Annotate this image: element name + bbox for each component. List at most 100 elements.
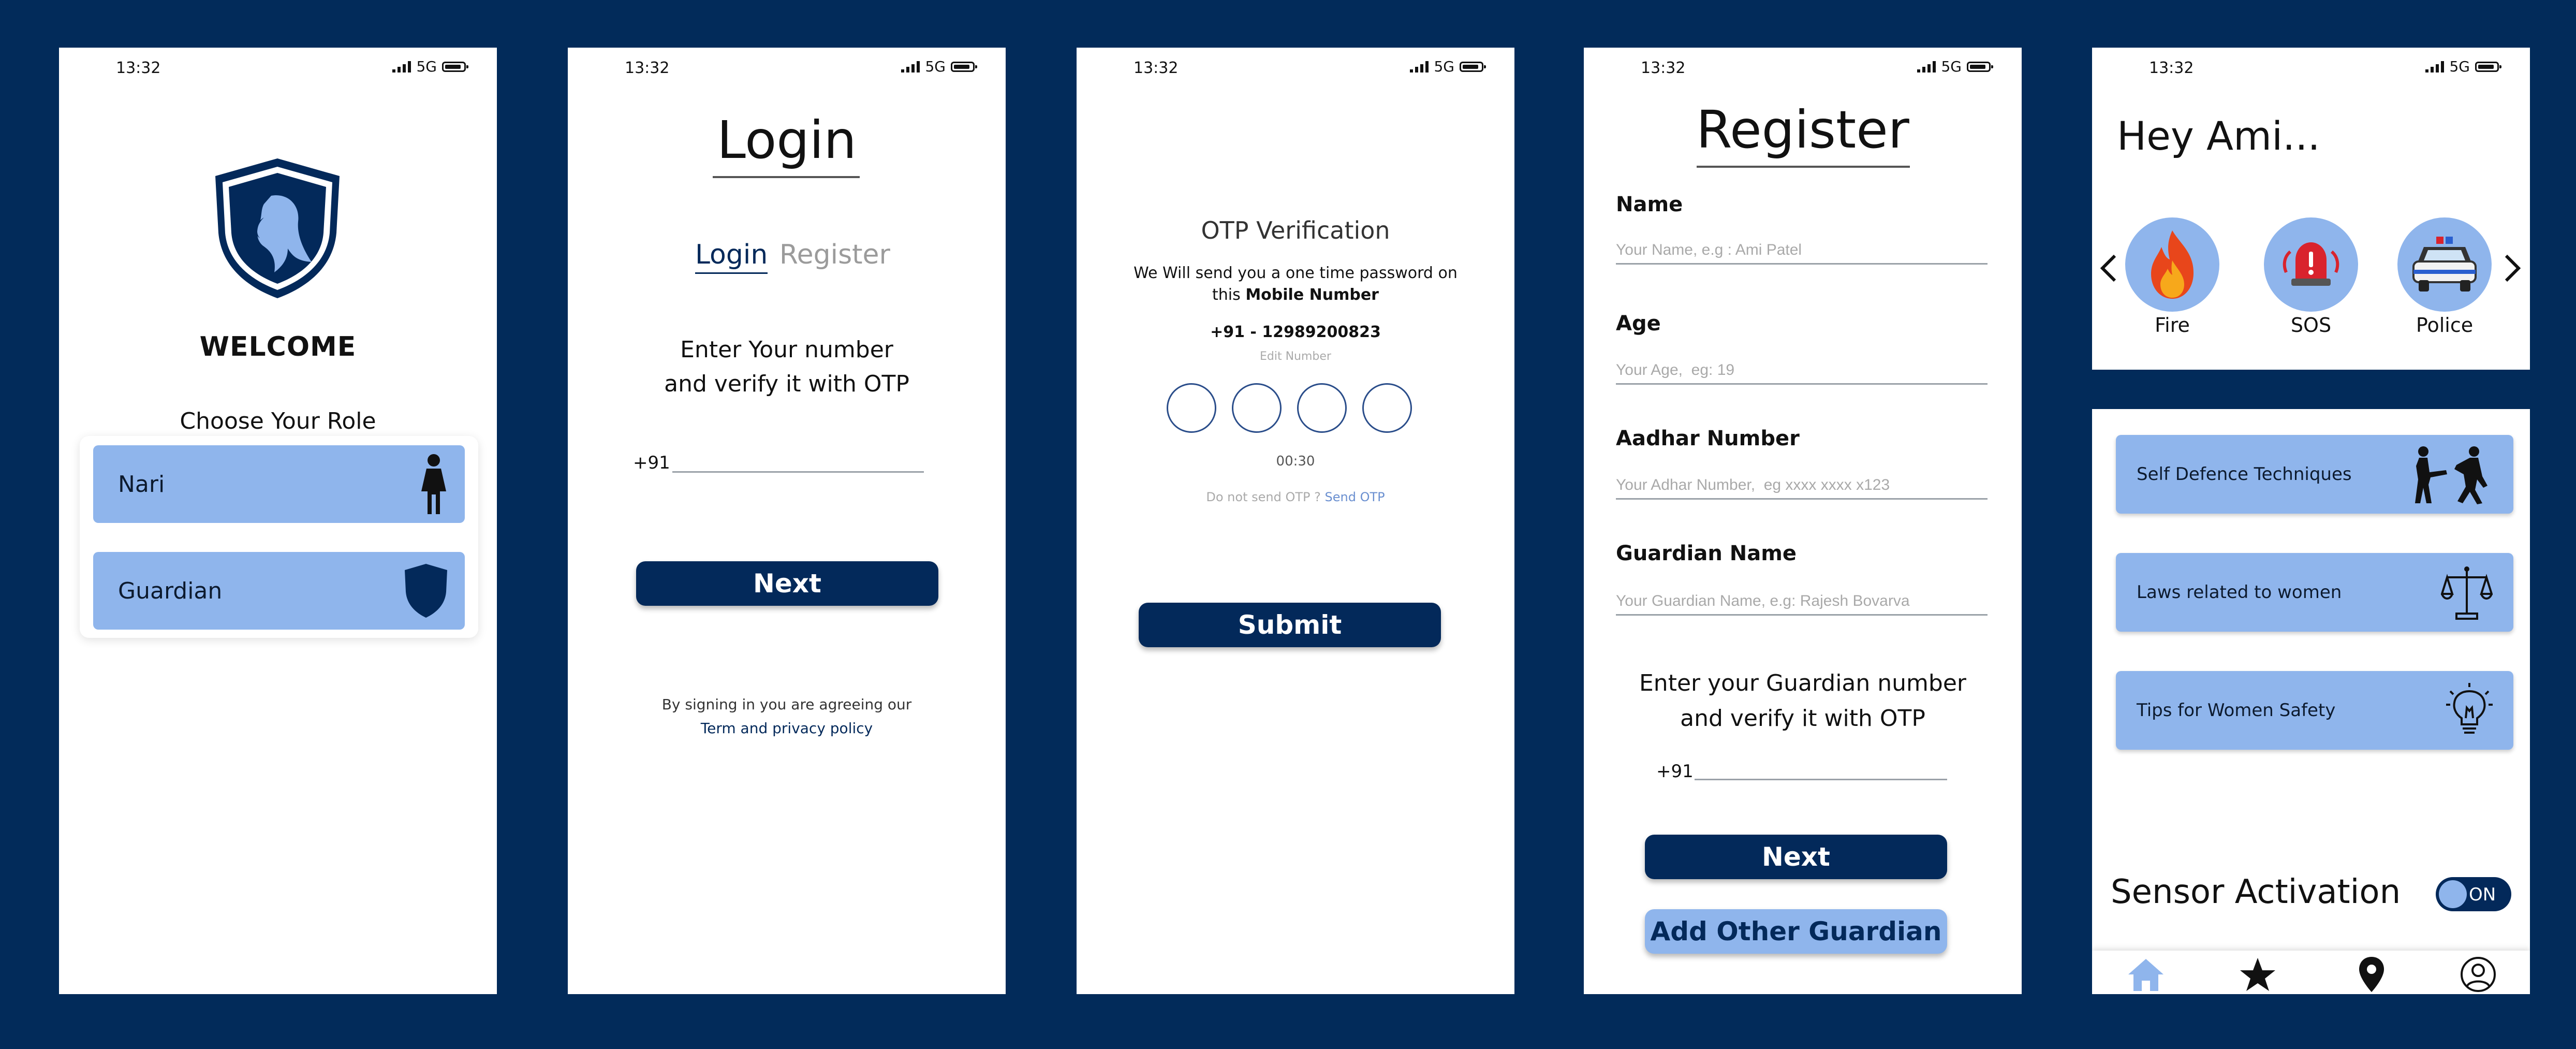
status-bar: 13:32 5G [2092, 48, 2530, 79]
name-label: Name [1616, 193, 1683, 216]
status-time: 13:32 [1641, 59, 1686, 77]
otp-screen: 13:32 5G OTP Verification We Will send y… [1077, 48, 1514, 994]
bottom-nav [2092, 951, 2530, 994]
service-fire[interactable]: Fire [2125, 217, 2219, 337]
register-title: Register [1696, 99, 1909, 160]
otp-description: We Will send you a one time password on [1134, 264, 1458, 282]
shield-icon [405, 564, 447, 618]
fire-icon [2151, 230, 2194, 299]
chevron-right-icon[interactable] [2502, 253, 2523, 284]
status-bar: 13:32 5G [1584, 48, 2022, 79]
otp-desc-bold: Mobile Number [1245, 286, 1379, 304]
star-icon[interactable] [2239, 957, 2276, 992]
choose-role-label: Choose Your Role [180, 408, 376, 434]
status-time: 13:32 [2149, 59, 2194, 77]
battery-icon [442, 61, 468, 72]
sensor-toggle[interactable]: ON [2436, 877, 2511, 911]
service-police[interactable]: Police [2397, 217, 2492, 337]
woman-icon [421, 454, 446, 514]
guardian-name-input[interactable] [1616, 592, 1988, 616]
laws-card[interactable]: Laws related to women [2116, 553, 2513, 632]
signal-icon [901, 61, 920, 72]
service-sos[interactable]: SOS [2264, 217, 2358, 337]
instruction-line-1: Enter Your number [680, 337, 893, 363]
role-guardian-button[interactable]: Guardian [93, 552, 465, 630]
login-screen: 13:32 5G Login Login Register Enter Your… [568, 48, 1006, 994]
submit-button[interactable]: Submit [1139, 603, 1441, 647]
login-title: Login [717, 110, 857, 170]
otp-digit-3[interactable] [1297, 383, 1347, 433]
home-screen: 13:32 5G Hey Ami... Fire SOS Police [2092, 48, 2530, 370]
age-label: Age [1616, 312, 1661, 336]
terms-text: By signing in you are agreeing our [661, 696, 912, 713]
network-label: 5G [416, 58, 437, 75]
service-police-label: Police [2416, 314, 2474, 337]
otp-digit-2[interactable] [1232, 383, 1282, 433]
role-card: Nari Guardian [80, 436, 478, 638]
phone-input[interactable] [672, 449, 924, 473]
title-underline [713, 176, 860, 178]
tab-login[interactable]: Login [695, 239, 768, 274]
martial-arts-icon [2415, 446, 2487, 504]
lightbulb-icon [2446, 683, 2493, 734]
signal-icon [1917, 61, 1936, 72]
service-sos-label: SOS [2290, 314, 2332, 337]
signal-icon [1410, 61, 1429, 72]
resend-prefix: Do not send OTP ? [1206, 490, 1321, 504]
role-nari-label: Nari [118, 471, 165, 498]
home-icon[interactable] [2126, 957, 2166, 992]
status-time: 13:32 [116, 59, 161, 77]
sensor-activation-label: Sensor Activation [2111, 873, 2401, 911]
network-label: 5G [1434, 58, 1454, 75]
aadhar-input[interactable] [1616, 476, 1988, 500]
network-label: 5G [1941, 58, 1962, 75]
country-code: +91 [633, 453, 670, 473]
police-car-icon [2412, 237, 2477, 292]
guardian-name-label: Guardian Name [1616, 542, 1797, 565]
tab-register[interactable]: Register [779, 239, 890, 270]
guardian-instruction-line-1: Enter your Guardian number [1639, 670, 1966, 696]
otp-title: OTP Verification [1201, 216, 1390, 244]
safety-tips-label: Tips for Women Safety [2137, 700, 2336, 721]
add-guardian-button[interactable]: Add Other Guardian [1645, 909, 1947, 954]
resend-row: Do not send OTP ? Send OTP [1077, 490, 1514, 504]
guardian-instruction-line-2: and verify it with OTP [1680, 705, 1925, 732]
battery-icon [1460, 61, 1486, 72]
toggle-knob [2439, 880, 2467, 908]
alarm-bell-icon [2283, 242, 2339, 286]
otp-phone: +91 - 12989200823 [1210, 323, 1381, 341]
otp-digit-4[interactable] [1362, 383, 1412, 433]
signal-icon [2425, 61, 2445, 72]
send-otp-link[interactable]: Send OTP [1325, 490, 1385, 504]
next-button[interactable]: Next [636, 561, 938, 606]
next-button[interactable]: Next [1645, 835, 1947, 879]
edit-number-link[interactable]: Edit Number [1077, 350, 1514, 363]
network-label: 5G [2449, 58, 2470, 75]
location-pin-icon[interactable] [2357, 956, 2386, 993]
self-defence-label: Self Defence Techniques [2137, 464, 2352, 485]
guardian-phone-input[interactable] [1695, 757, 1947, 780]
chevron-left-icon[interactable] [2098, 253, 2119, 284]
signal-icon [392, 61, 411, 72]
otp-digit-1[interactable] [1167, 383, 1216, 433]
aadhar-label: Aadhar Number [1616, 427, 1800, 450]
status-time: 13:32 [1134, 59, 1179, 77]
terms-link[interactable]: Term and privacy policy [568, 720, 1006, 737]
battery-icon [2475, 61, 2501, 72]
name-input[interactable] [1616, 241, 1988, 265]
scales-icon [2441, 566, 2493, 620]
profile-icon[interactable] [2460, 956, 2497, 993]
network-label: 5G [925, 58, 946, 75]
status-time: 13:32 [625, 59, 670, 77]
safety-tips-card[interactable]: Tips for Women Safety [2116, 671, 2513, 750]
guardian-country-code: +91 [1656, 761, 1694, 782]
service-fire-label: Fire [2155, 314, 2190, 337]
age-input[interactable] [1616, 361, 1988, 385]
self-defence-card[interactable]: Self Defence Techniques [2116, 435, 2513, 514]
toggle-state-label: ON [2469, 884, 2496, 905]
status-bar: 13:32 5G [59, 48, 497, 79]
logo-shield-icon [215, 158, 340, 298]
otp-timer: 00:30 [1276, 454, 1315, 469]
greeting: Hey Ami... [2117, 113, 2320, 159]
role-nari-button[interactable]: Nari [93, 445, 465, 523]
